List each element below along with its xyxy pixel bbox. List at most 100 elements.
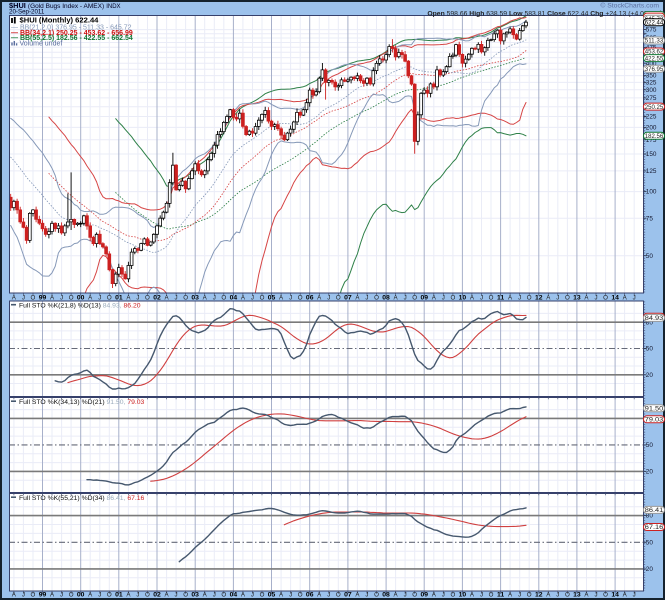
svg-text:79.03: 79.03 xyxy=(645,417,664,424)
svg-text:J: J xyxy=(289,294,292,301)
svg-text:J: J xyxy=(60,294,63,301)
svg-text:O: O xyxy=(31,294,36,301)
svg-text:J: J xyxy=(404,592,407,599)
svg-text:300: 300 xyxy=(646,87,657,94)
svg-text:O: O xyxy=(603,294,608,301)
svg-text:422.55: 422.55 xyxy=(645,55,664,62)
svg-text:O: O xyxy=(69,294,74,301)
svg-text:O: O xyxy=(450,294,455,301)
svg-text:O: O xyxy=(450,592,455,599)
svg-text:J: J xyxy=(136,294,139,301)
svg-text:J: J xyxy=(175,592,178,599)
svg-text:O: O xyxy=(183,592,188,599)
svg-text:O: O xyxy=(527,294,532,301)
svg-text:14: 14 xyxy=(611,592,619,599)
svg-text:00: 00 xyxy=(77,294,85,301)
svg-text:O: O xyxy=(221,294,226,301)
svg-text:06: 06 xyxy=(306,294,314,301)
svg-text:99: 99 xyxy=(39,294,47,301)
svg-text:67.16: 67.16 xyxy=(645,524,664,531)
svg-text:09: 09 xyxy=(420,592,428,599)
svg-text:J: J xyxy=(327,294,330,301)
svg-text:125: 125 xyxy=(646,168,657,175)
svg-text:200: 200 xyxy=(646,124,657,131)
svg-text:J: J xyxy=(22,592,25,599)
svg-text:O: O xyxy=(412,592,417,599)
svg-text:J: J xyxy=(480,294,483,301)
svg-text:O: O xyxy=(107,592,112,599)
svg-text:150: 150 xyxy=(646,151,657,158)
svg-text:O: O xyxy=(527,592,532,599)
svg-text:01: 01 xyxy=(115,592,123,599)
svg-text:250.25: 250.25 xyxy=(645,104,664,111)
svg-text:10: 10 xyxy=(459,592,467,599)
svg-text:J: J xyxy=(518,294,521,301)
svg-text:50: 50 xyxy=(646,442,654,449)
svg-text:00: 00 xyxy=(77,592,85,599)
svg-text:O: O xyxy=(107,294,112,301)
svg-text:J: J xyxy=(251,294,254,301)
svg-text:50: 50 xyxy=(646,539,654,546)
svg-text:O: O xyxy=(336,294,341,301)
svg-text:J: J xyxy=(98,294,101,301)
svg-text:03: 03 xyxy=(191,592,199,599)
svg-text:12: 12 xyxy=(535,294,543,301)
svg-text:O: O xyxy=(565,294,570,301)
svg-text:275: 275 xyxy=(646,95,657,102)
svg-text:08: 08 xyxy=(382,294,390,301)
svg-text:O: O xyxy=(489,592,494,599)
svg-text:05: 05 xyxy=(268,294,276,301)
svg-text:J: J xyxy=(442,592,445,599)
svg-text:J: J xyxy=(136,592,139,599)
svg-text:20: 20 xyxy=(646,469,654,476)
svg-text:J: J xyxy=(404,294,407,301)
svg-text:O: O xyxy=(298,592,303,599)
svg-text:J: J xyxy=(556,592,559,599)
svg-text:O: O xyxy=(374,294,379,301)
svg-text:J: J xyxy=(175,294,178,301)
svg-text:J: J xyxy=(98,592,101,599)
svg-text:622.44: 622.44 xyxy=(645,19,664,26)
svg-text:J: J xyxy=(60,592,63,599)
svg-text:J: J xyxy=(327,592,330,599)
svg-text:O: O xyxy=(260,294,265,301)
svg-text:Full STO %K(55,21) %D(34) 86.4: Full STO %K(55,21) %D(34) 86.41, 67.16 xyxy=(19,495,145,502)
svg-text:O: O xyxy=(298,294,303,301)
svg-text:O: O xyxy=(221,592,226,599)
svg-text:07: 07 xyxy=(344,592,352,599)
svg-text:50: 50 xyxy=(646,346,654,353)
svg-text:03: 03 xyxy=(191,294,199,301)
svg-text:225: 225 xyxy=(646,114,657,121)
svg-text:O: O xyxy=(260,592,265,599)
svg-text:20: 20 xyxy=(646,372,654,379)
svg-text:50: 50 xyxy=(646,253,654,260)
svg-text:11: 11 xyxy=(497,294,504,301)
svg-text:91.50: 91.50 xyxy=(645,406,664,413)
svg-text:J: J xyxy=(365,294,368,301)
svg-text:13: 13 xyxy=(573,592,581,599)
svg-text:Volume undef: Volume undef xyxy=(20,41,63,48)
svg-text:01: 01 xyxy=(115,294,123,301)
svg-text:J: J xyxy=(365,592,368,599)
svg-text:05: 05 xyxy=(268,592,276,599)
svg-text:J: J xyxy=(213,294,216,301)
svg-text:86.41: 86.41 xyxy=(645,507,664,514)
svg-text:325: 325 xyxy=(646,80,657,87)
svg-text:J: J xyxy=(251,592,254,599)
svg-text:$HUI (Monthly) 622.44: $HUI (Monthly) 622.44 xyxy=(20,15,100,24)
svg-text:© StockCharts.com: © StockCharts.com xyxy=(600,2,659,10)
svg-text:11: 11 xyxy=(497,592,504,599)
svg-text:12: 12 xyxy=(535,592,543,599)
svg-text:08: 08 xyxy=(382,592,390,599)
svg-text:Open 598.66 High 638.59 Low 58: Open 598.66 High 638.59 Low 583.81 Close… xyxy=(427,11,656,18)
svg-text:J: J xyxy=(594,592,597,599)
svg-text:O: O xyxy=(31,592,36,599)
svg-text:13: 13 xyxy=(573,294,581,301)
svg-text:O: O xyxy=(374,592,379,599)
svg-text:O: O xyxy=(145,592,150,599)
svg-text:O: O xyxy=(336,592,341,599)
svg-text:04: 04 xyxy=(230,592,238,599)
svg-text:02: 02 xyxy=(153,294,161,301)
svg-text:09: 09 xyxy=(420,294,428,301)
svg-text:O: O xyxy=(145,294,150,301)
